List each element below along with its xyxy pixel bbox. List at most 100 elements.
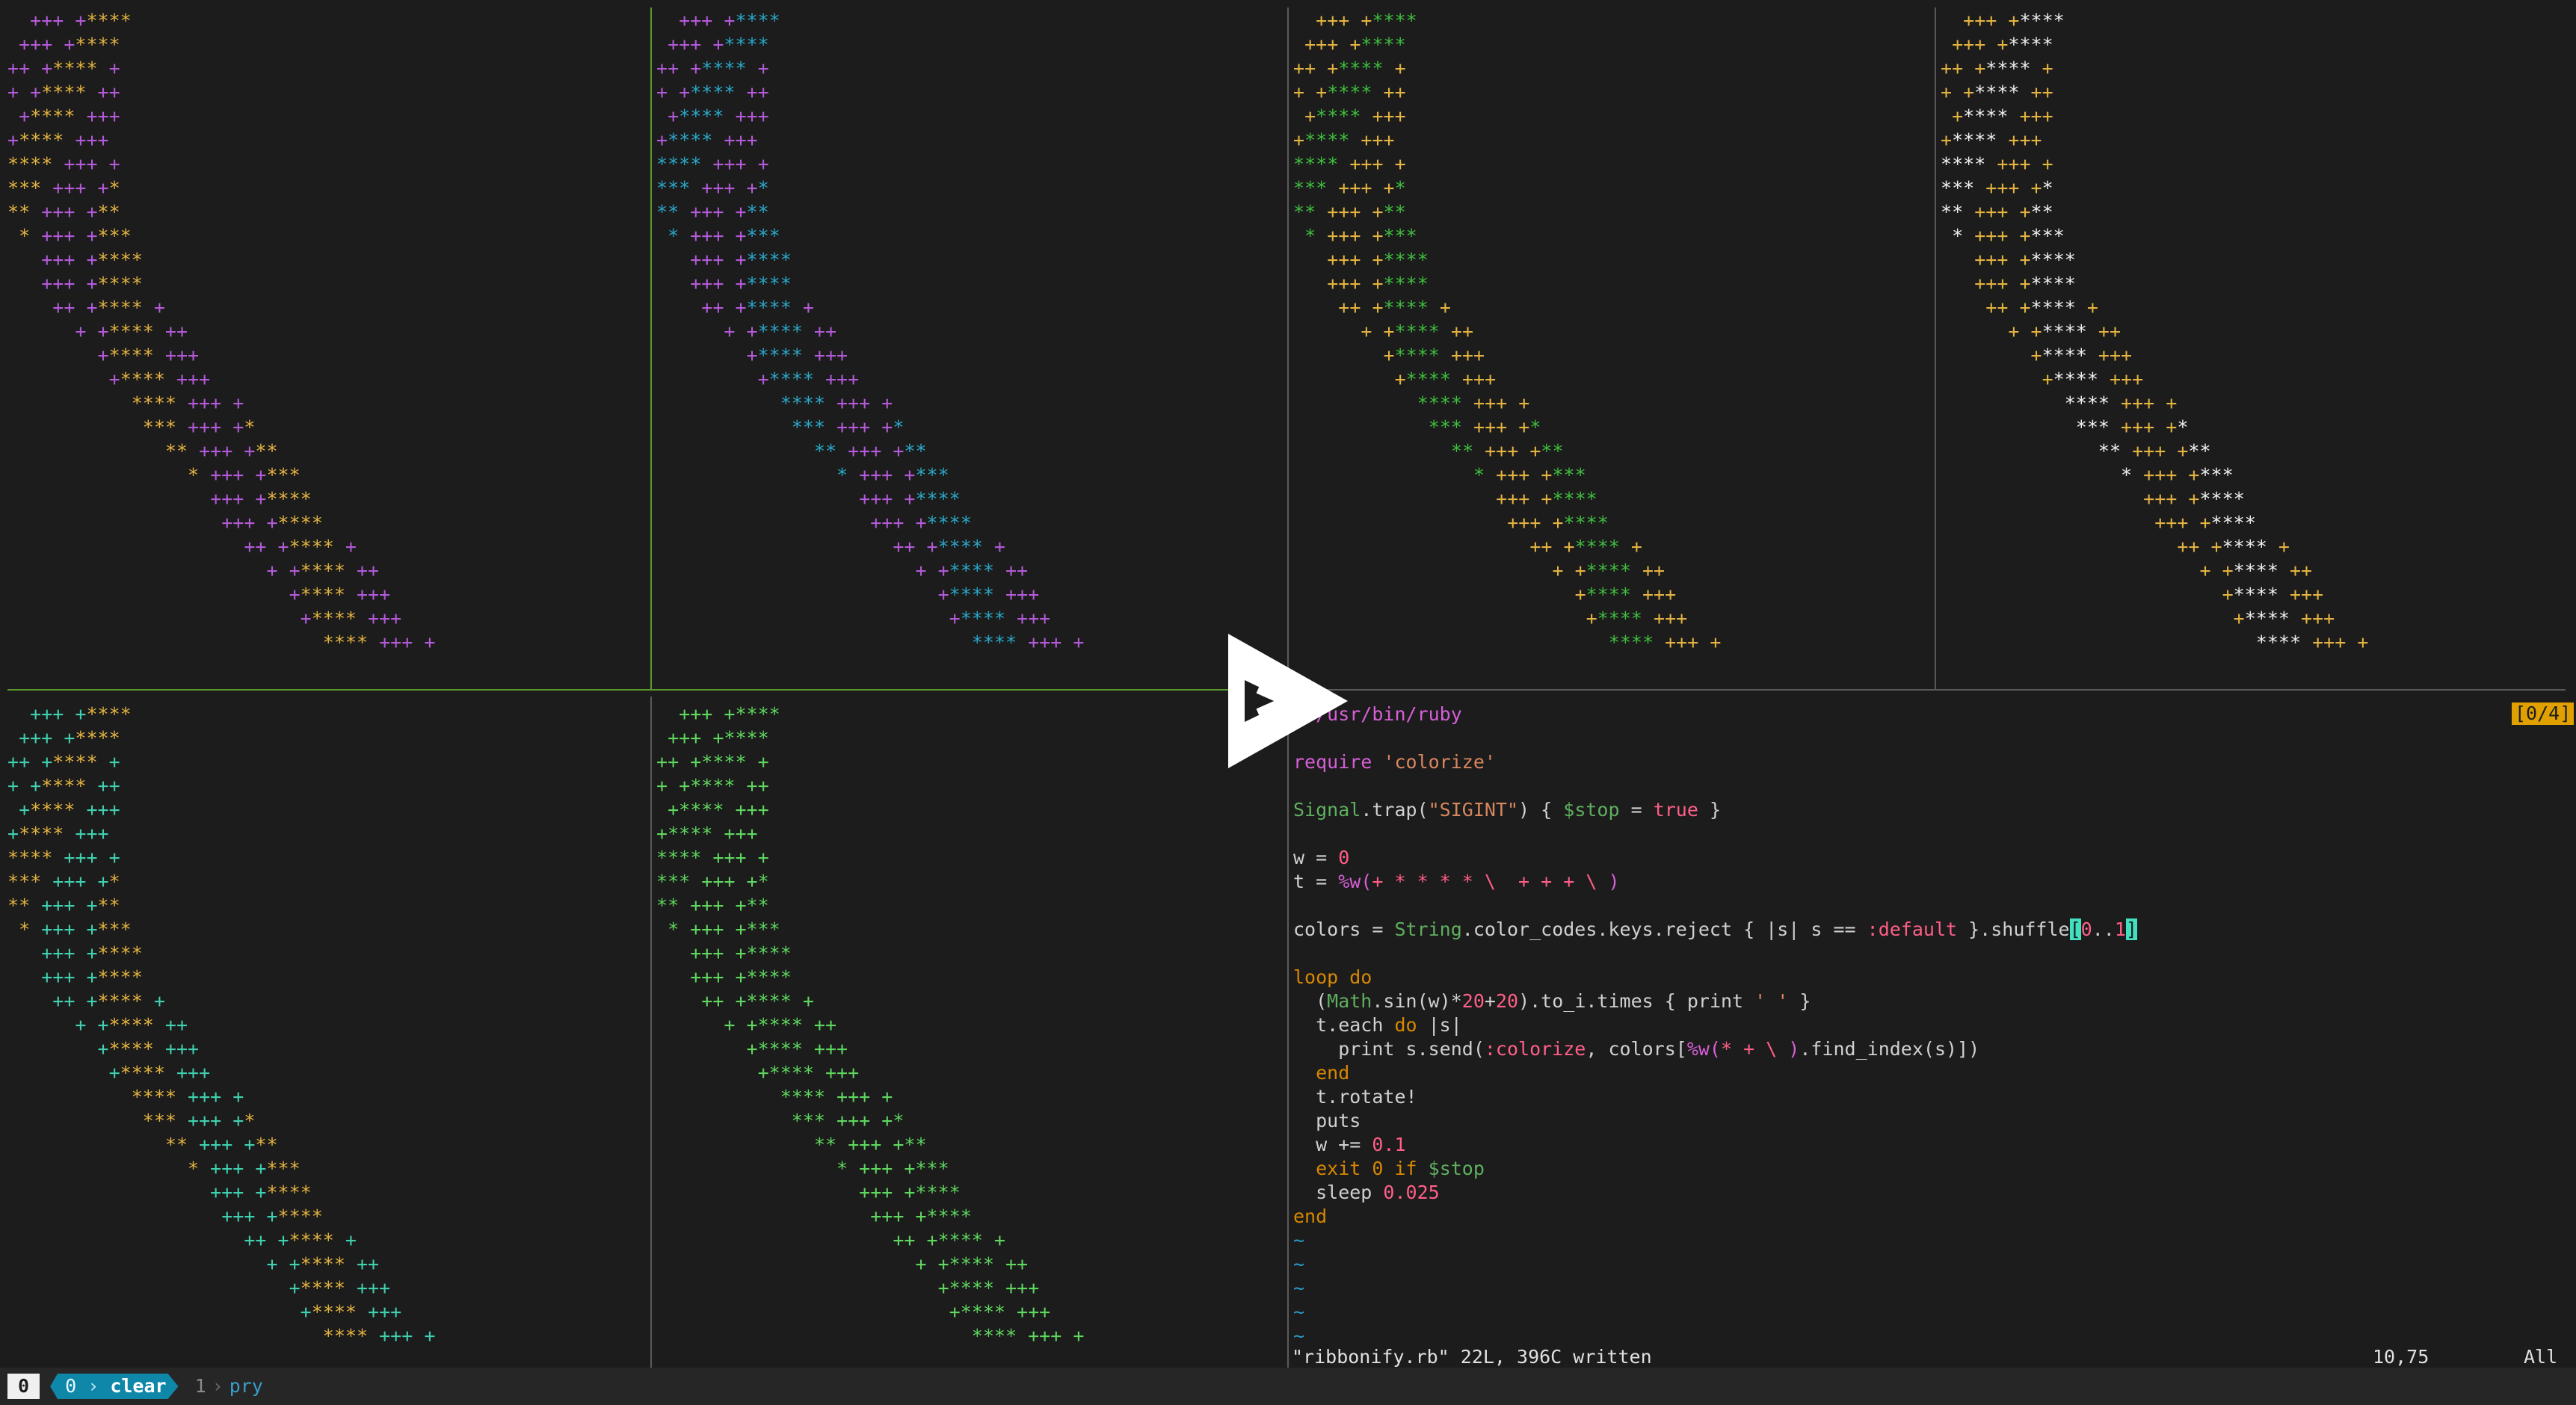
ribbon-line: ++ +**** + xyxy=(1529,536,1642,558)
ribbon-line: * +++ +*** xyxy=(188,1158,301,1179)
ribbon-line: +**** +++ xyxy=(1941,129,2042,151)
vim-code-line: t.rotate! xyxy=(1293,1086,1417,1108)
ribbon-line: +++ +**** xyxy=(41,966,143,988)
ribbon-line: +++ +**** xyxy=(690,273,792,294)
ribbon-line: +**** +++ xyxy=(949,608,1051,629)
ribbon-line: * +++ +*** xyxy=(836,464,949,486)
ribbon-line: +**** +++ xyxy=(2030,345,2133,366)
vim-code-line: t = %w(+ * * * * \ + + + \ ) xyxy=(1293,871,1620,892)
ribbon-line: ++ +**** + xyxy=(52,297,165,318)
ribbon-line: +++ +**** xyxy=(668,727,769,749)
ribbon-line: +**** +++ xyxy=(19,799,120,821)
search-count-badge: [0/4] xyxy=(2512,702,2575,725)
ribbon-line: +**** +++ xyxy=(949,1301,1051,1323)
terminal-pane-ribbon-5[interactable]: +++ +**** +++ +**** ++ +**** + + +**** ++ … xyxy=(7,702,647,1353)
ribbon-line: +++ +**** xyxy=(1327,273,1429,294)
ribbon-line: *** +++ +* xyxy=(1428,416,1541,438)
ribbon-line: ++ +**** + xyxy=(1293,58,1406,79)
vim-code-line: Signal.trap("SIGINT") { $stop = true } xyxy=(1293,799,1722,821)
ribbon-line: ++ +**** + xyxy=(1338,297,1451,318)
terminal-pane-ribbon-1[interactable]: +++ +**** +++ +**** ++ +**** + + +**** ++ … xyxy=(7,9,647,659)
ribbon-line: **** +++ + xyxy=(2064,392,2178,414)
pane-divider-v3[interactable] xyxy=(1935,7,1936,689)
tmux-window-name: clear xyxy=(110,1375,167,1397)
ribbon-line: * +++ +*** xyxy=(188,464,301,486)
ribbon-line: +++ +**** xyxy=(1974,249,2076,271)
vim-code-line: end xyxy=(1293,1205,1328,1227)
pane-divider-v4[interactable] xyxy=(650,697,652,1369)
ribbon-line: +++ +**** xyxy=(1316,10,1417,31)
ribbon-line: **** +++ + xyxy=(7,847,120,868)
pane-divider-v2[interactable] xyxy=(1287,7,1289,689)
vim-code-line: (Math.sin(w)*20+20).to_i.times { print '… xyxy=(1293,990,1811,1012)
ribbon-line: + +**** ++ xyxy=(1552,560,1666,581)
ribbon-line: + +**** ++ xyxy=(2199,560,2313,581)
ribbon-line: ** +++ +** xyxy=(2098,440,2211,462)
pane-divider-v5[interactable] xyxy=(1287,697,1289,1369)
ribbon-line: +**** +++ xyxy=(7,129,109,151)
vim-code-line xyxy=(1293,894,2564,918)
vim-code-line: loop do xyxy=(1293,966,1372,988)
vim-code-line xyxy=(1293,726,2564,750)
ribbon-line: ++ +**** + xyxy=(244,536,357,558)
ribbon-line: **** +++ + xyxy=(1941,153,2053,175)
ribbon-line: +++ +**** xyxy=(41,273,143,294)
ribbon-line: +**** +++ xyxy=(656,129,758,151)
terminal-pane-ribbon-2[interactable]: +++ +**** +++ +**** ++ +**** + + +**** ++ … xyxy=(656,9,1284,659)
ribbon-line: *** +++ +* xyxy=(1293,177,1406,199)
ribbon-line: + +**** ++ xyxy=(1941,81,2053,103)
ribbon-line: * +++ +*** xyxy=(668,225,780,247)
pane-divider-v1[interactable] xyxy=(650,7,652,689)
tmux-window-active[interactable]: 0 › clear xyxy=(50,1374,179,1399)
vim-empty-line: ~ xyxy=(1293,1229,1305,1251)
ribbon-line: *** +++ +* xyxy=(2075,416,2189,438)
vim-code-line xyxy=(1293,822,2564,846)
ribbon-line: + +**** ++ xyxy=(266,1253,380,1275)
ribbon-line: ++ +**** + xyxy=(701,297,814,318)
ribbon-line: **** +++ + xyxy=(971,1325,1085,1347)
ribbon-line: *** +++ +* xyxy=(142,1110,256,1131)
ribbon-line: ++ +**** + xyxy=(7,58,120,79)
ribbon-line: +**** +++ xyxy=(757,368,860,390)
ribbon-line: +**** +++ xyxy=(2233,608,2335,629)
terminal-pane-ribbon-3[interactable]: +++ +**** +++ +**** ++ +**** + + +**** ++ … xyxy=(1293,9,1930,659)
vim-code-line: w += 0.1 xyxy=(1293,1134,1406,1155)
vim-editor-pane[interactable]: #!/usr/bin/ruby require 'colorize' Signa… xyxy=(1293,702,2564,1345)
ribbon-line: +**** +++ xyxy=(1394,368,1497,390)
ribbon-line: +++ +**** xyxy=(859,488,961,510)
ribbon-line: +**** +++ xyxy=(300,1301,402,1323)
ribbon-line: * +++ +*** xyxy=(668,918,780,940)
ribbon-line: +**** +++ xyxy=(19,105,120,127)
vim-empty-line: ~ xyxy=(1293,1301,1305,1323)
pane-divider-h-left[interactable] xyxy=(7,689,1287,691)
ribbon-line: **** +++ + xyxy=(131,1086,244,1108)
tmux-session-badge[interactable]: 0 xyxy=(7,1374,40,1399)
vim-code-line: t.each do |s| xyxy=(1293,1014,1462,1036)
ribbon-line: * +++ +*** xyxy=(1952,225,2065,247)
ribbon-line: +**** +++ xyxy=(97,1038,200,1060)
ribbon-line: +++ +**** xyxy=(690,249,792,271)
ribbon-line: **** +++ + xyxy=(971,632,1085,653)
ribbon-line: +++ +**** xyxy=(1963,10,2065,31)
vim-code-line xyxy=(1293,774,2564,798)
ribbon-line: +++ +**** xyxy=(1974,273,2076,294)
ribbon-line: ** +++ +** xyxy=(164,440,278,462)
ribbon-line: +**** +++ xyxy=(757,1062,860,1084)
play-icon[interactable] xyxy=(1222,626,1353,776)
ribbon-line: *** +++ +* xyxy=(791,416,905,438)
terminal-pane-ribbon-6[interactable]: +++ +**** +++ +**** ++ +**** + + +**** ++ … xyxy=(656,702,1284,1353)
vim-status-message: "ribbonify.rb" 22L, 396C written xyxy=(1292,1346,1652,1368)
ribbon-line: +**** +++ xyxy=(289,1277,391,1299)
terminal-pane-ribbon-4[interactable]: +++ +**** +++ +**** ++ +**** + + +**** ++ … xyxy=(1941,9,2569,659)
ribbon-line: **** +++ + xyxy=(1608,632,1722,653)
pane-divider-h-right[interactable] xyxy=(1287,689,2566,691)
ribbon-line: +++ +**** xyxy=(210,1182,312,1203)
vim-empty-line: ~ xyxy=(1293,1253,1305,1275)
ribbon-line: +++ +**** xyxy=(30,703,132,725)
tmux-window-pry[interactable]: 1 › pry xyxy=(195,1374,263,1399)
ribbon-line: **** +++ + xyxy=(1293,153,1406,175)
ribbon-line: ** +++ +** xyxy=(813,1134,927,1155)
ribbon-line: ++ +**** + xyxy=(52,990,165,1012)
ribbon-line: +**** +++ xyxy=(1586,608,1688,629)
ribbon-line: +++ +**** xyxy=(859,1182,961,1203)
